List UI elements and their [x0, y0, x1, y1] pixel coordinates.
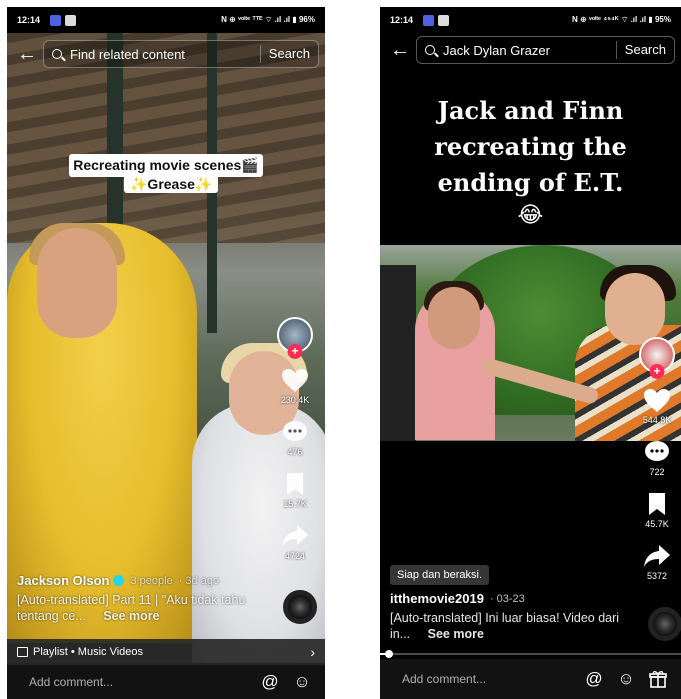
comment-count: 476: [287, 447, 303, 457]
emoji-icon[interactable]: ☺: [291, 671, 313, 693]
playlist-bar[interactable]: Playlist • Music Videos ›: [7, 639, 325, 665]
comment-count: 722: [649, 467, 665, 477]
author-row: Jackson Olson 3 people · 3d ago: [17, 573, 265, 588]
right-phone-screen: 12:14 N ⊕ ᵛᵒˡᵗᵉ ⁴⁵⁴ᴷ ⌔ .ıl .ıl ▮ 95% ← J…: [380, 7, 681, 699]
post-date: · 03-23: [489, 592, 525, 605]
at-icon[interactable]: @: [583, 668, 605, 690]
status-time: 12:14: [390, 15, 414, 25]
like-action[interactable]: 544.8K: [642, 387, 672, 425]
action-sidebar: + 230.4K 476 15.7K 4724: [273, 317, 317, 561]
avatar[interactable]: +: [277, 317, 313, 359]
arrow-left-icon[interactable]: ←: [17, 44, 43, 64]
bookmark-icon: [643, 491, 671, 517]
author-row: itthemovie2019 · 03-23: [390, 591, 621, 606]
left-phone-screen: 12:14 N ⊕ ᵛᵒˡᵗᵉ ᵀᵀᴱ ⌔ .ıl .ıl ▮ 96% ← Fi…: [7, 7, 325, 699]
post-age: · 3d ago: [178, 574, 220, 587]
laughing-emoji-icon: 😂: [517, 203, 544, 228]
save-count: 15.7K: [283, 499, 307, 509]
person-head: [605, 273, 665, 345]
status-bar: 12:14 N ⊕ ᵛᵒˡᵗᵉ ⁴⁵⁴ᴷ ⌔ .ıl .ıl ▮ 95%: [380, 7, 681, 33]
bookmark-icon: [281, 471, 309, 497]
comment-input[interactable]: Add comment...: [29, 675, 249, 689]
search-icon: [425, 45, 435, 55]
share-icon: [643, 543, 671, 569]
video-description[interactable]: [Auto-translated] Part 11 | "Aku tidak t…: [17, 592, 265, 624]
search-placeholder: Find related content: [70, 46, 185, 62]
comment-bar: Add comment... @ ☺: [380, 659, 681, 699]
person-head: [37, 228, 117, 338]
description-text: [Auto-translated] Ini luar biasa! Video …: [390, 611, 620, 641]
verified-badge-icon: [113, 575, 125, 586]
heart-icon: [643, 387, 671, 413]
status-time: 12:14: [17, 15, 41, 25]
avatar[interactable]: +: [639, 337, 675, 379]
share-count: 5372: [646, 571, 668, 581]
comment-action[interactable]: 476: [281, 419, 309, 457]
heart-icon: [281, 367, 309, 393]
title-line: ending of E.T.: [437, 168, 624, 197]
share-count: 4724: [284, 551, 306, 561]
comment-bar: Add comment... @ ☺: [7, 665, 325, 699]
see-more-link[interactable]: See more: [103, 609, 159, 623]
share-icon: [281, 523, 309, 549]
notification-icon: [50, 14, 62, 26]
comment-action[interactable]: 722: [643, 439, 671, 477]
follow-plus-icon[interactable]: +: [287, 344, 303, 359]
save-action[interactable]: 15.7K: [281, 471, 309, 509]
emoji-icon[interactable]: ☺: [615, 668, 637, 690]
playlist-label: Playlist • Music Videos: [33, 646, 144, 658]
person-head: [428, 287, 480, 349]
video-caption-line2: ✨Grease✨: [124, 175, 219, 193]
search-button[interactable]: Search: [259, 45, 318, 63]
notification-icon: [423, 14, 435, 26]
progress-handle[interactable]: [385, 650, 394, 658]
save-count: 45.7K: [645, 519, 669, 529]
music-disc-icon[interactable]: [648, 607, 681, 641]
video-info: itthemovie2019 · 03-23 [Auto-translated]…: [390, 591, 621, 642]
search-header: ← Find related content Search: [7, 37, 325, 71]
arrow-left-icon[interactable]: ←: [390, 40, 416, 60]
title-line: recreating the: [434, 132, 627, 161]
follow-plus-icon[interactable]: +: [649, 364, 665, 379]
comment-icon: [281, 419, 309, 445]
people-tag[interactable]: 3 people: [130, 575, 172, 587]
like-count: 230.4K: [280, 395, 310, 405]
search-input[interactable]: Jack Dylan Grazer Search: [416, 36, 675, 64]
video-title-overlay: Jack and Finn recreating the ending of E…: [400, 93, 661, 231]
search-input[interactable]: Find related content Search: [43, 40, 319, 68]
author-name[interactable]: itthemovie2019: [390, 591, 484, 606]
share-action[interactable]: 4724: [281, 523, 309, 561]
search-button[interactable]: Search: [615, 41, 674, 59]
video-caption-line1: Recreating movie scenes🎬: [69, 154, 263, 177]
author-name[interactable]: Jackson Olson: [17, 573, 109, 588]
status-indicators: N ⊕ ᵛᵒˡᵗᵉ ᵀᵀᴱ ⌔ .ıl .ıl ▮ 96%: [221, 15, 315, 24]
share-action[interactable]: 5372: [643, 543, 671, 581]
chevron-right-icon: ›: [310, 644, 315, 660]
search-header: ← Jack Dylan Grazer Search: [380, 33, 681, 67]
background-person: [380, 265, 416, 441]
action-sidebar: + 544.8K 722 45.7K 5372: [635, 337, 679, 581]
see-more-link[interactable]: See more: [428, 627, 484, 641]
music-disc-icon[interactable]: [283, 590, 317, 624]
title-line: Jack and Finn: [437, 96, 624, 125]
video-progress-bar[interactable]: [380, 650, 681, 658]
save-action[interactable]: 45.7K: [643, 491, 671, 529]
search-icon: [52, 49, 62, 59]
video-description[interactable]: [Auto-translated] Ini luar biasa! Video …: [390, 610, 621, 642]
gift-icon[interactable]: [647, 668, 669, 690]
playlist-icon: [17, 647, 28, 657]
at-icon[interactable]: @: [259, 671, 281, 693]
comment-icon: [643, 439, 671, 465]
video-tag: Siap dan beraksi.: [390, 565, 489, 585]
status-indicators: N ⊕ ᵛᵒˡᵗᵉ ⁴⁵⁴ᴷ ⌔ .ıl .ıl ▮ 95%: [572, 15, 671, 24]
like-count: 544.8K: [642, 415, 672, 425]
like-action[interactable]: 230.4K: [280, 367, 310, 405]
search-value: Jack Dylan Grazer: [443, 42, 550, 58]
comment-input[interactable]: Add comment...: [402, 672, 573, 686]
notification-icon: [438, 14, 450, 26]
video-info: Jackson Olson 3 people · 3d ago [Auto-tr…: [17, 573, 265, 624]
status-bar: 12:14 N ⊕ ᵛᵒˡᵗᵉ ᵀᵀᴱ ⌔ .ıl .ıl ▮ 96%: [7, 7, 325, 33]
notification-icon: [65, 14, 77, 26]
